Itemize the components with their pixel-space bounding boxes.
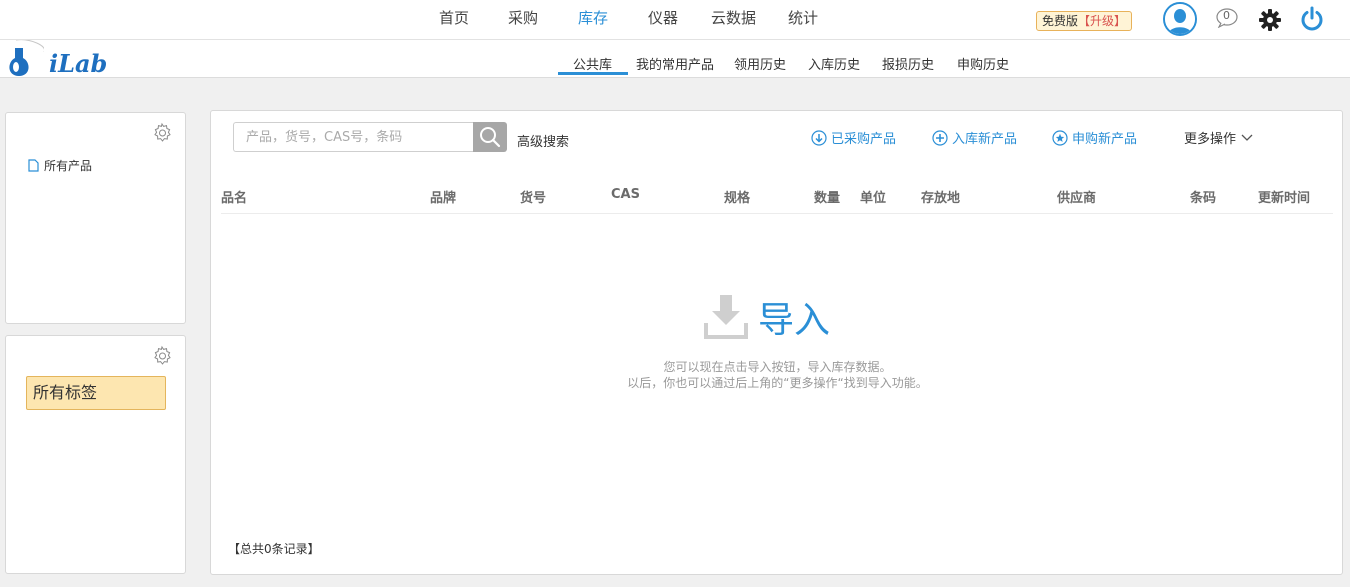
column-header-barcode[interactable]: 条码 [1190, 187, 1216, 206]
search-icon [480, 127, 501, 148]
upgrade-link[interactable]: 【升级】 [1078, 14, 1126, 28]
nav-purchase[interactable]: 采购 [508, 7, 538, 28]
power-logout-icon[interactable] [1299, 6, 1325, 32]
upgrade-badge[interactable]: 免费版【升级】 [1036, 11, 1133, 31]
more-operations-label: 更多操作 [1184, 132, 1237, 147]
message-count: 0 [1223, 9, 1230, 22]
import-hint-line-2: 以后，你也可以通过后上角的“更多操作“找到导入功能。 [627, 376, 928, 390]
tab-request-history[interactable]: 申购历史 [957, 54, 1009, 73]
logo-text: iLab [49, 49, 108, 78]
column-header-unit[interactable]: 单位 [860, 187, 886, 206]
document-icon [28, 159, 39, 172]
table-header-divider [221, 213, 1333, 214]
active-tab-indicator [558, 72, 628, 75]
sub-nav-bar: iLab 公共库 我的常用产品 领用历史 入库历史 报损历史 申购历史 [0, 40, 1350, 78]
tag-settings-gear-icon[interactable] [151, 345, 173, 367]
category-settings-gear-icon[interactable] [151, 122, 173, 144]
column-header-cas[interactable]: CAS [611, 187, 640, 202]
product-category-panel: 所有产品 [5, 112, 186, 324]
column-header-spec[interactable]: 规格 [724, 187, 750, 206]
column-header-supplier[interactable]: 供应商 [1057, 187, 1096, 206]
purchased-products-label: 已采购产品 [831, 132, 897, 147]
stock-in-new-product-label: 入库新产品 [952, 132, 1018, 147]
tag-panel: 所有标签 [5, 335, 186, 574]
tab-public-library[interactable]: 公共库 [573, 54, 612, 73]
column-header-location[interactable]: 存放地 [921, 187, 960, 206]
plan-label: 免费版 [1042, 14, 1079, 28]
tab-usage-history[interactable]: 领用历史 [734, 54, 786, 73]
star-circle-icon [1052, 129, 1068, 146]
import-download-icon[interactable] [704, 293, 748, 339]
message-bubble-icon[interactable]: 0 [1214, 8, 1240, 29]
column-header-updated-time[interactable]: 更新时间 [1258, 187, 1310, 206]
tab-stock-in-history[interactable]: 入库历史 [808, 54, 860, 73]
top-nav-bar: 首页 采购 库存 仪器 云数据 统计 免费版【升级】 0 [0, 0, 1350, 40]
download-circle-icon [811, 129, 827, 146]
user-avatar-icon[interactable] [1163, 2, 1197, 36]
all-products-item[interactable]: 所有产品 [28, 157, 92, 174]
tab-loss-history[interactable]: 报损历史 [882, 54, 934, 73]
column-header-name[interactable]: 品名 [221, 187, 247, 206]
all-tags-item[interactable]: 所有标签 [26, 376, 166, 410]
request-new-product-label: 申购新产品 [1072, 132, 1138, 147]
nav-cloud-data[interactable]: 云数据 [711, 7, 756, 28]
column-header-item-number[interactable]: 货号 [520, 187, 546, 206]
advanced-search-link[interactable]: 高级搜索 [517, 131, 569, 150]
ilab-logo[interactable]: iLab [4, 40, 134, 78]
nav-statistics[interactable]: 统计 [788, 7, 818, 28]
column-header-brand[interactable]: 品牌 [430, 187, 456, 206]
request-new-product-button[interactable]: 申购新产品 [1052, 128, 1137, 147]
record-count: 【总共0条记录】 [228, 542, 320, 556]
import-hint-line-1: 您可以现在点击导入按钮，导入库存数据。 [663, 360, 892, 374]
flask-logo-icon [9, 40, 44, 76]
more-operations-dropdown[interactable]: 更多操作 [1184, 128, 1253, 147]
nav-home[interactable]: 首页 [439, 7, 469, 28]
nav-inventory[interactable]: 库存 [578, 7, 608, 28]
column-header-quantity[interactable]: 数量 [814, 187, 840, 206]
search-button[interactable] [473, 122, 507, 152]
plus-circle-icon [932, 129, 948, 146]
tab-frequent-products[interactable]: 我的常用产品 [636, 54, 714, 73]
stock-in-new-product-button[interactable]: 入库新产品 [932, 128, 1017, 147]
purchased-products-button[interactable]: 已采购产品 [811, 128, 896, 147]
all-products-label: 所有产品 [44, 159, 93, 173]
chevron-down-icon [1241, 134, 1253, 141]
settings-gear-icon[interactable] [1258, 8, 1282, 32]
search-input[interactable] [233, 122, 473, 152]
import-button[interactable]: 导入 [758, 291, 830, 343]
nav-instruments[interactable]: 仪器 [648, 7, 678, 28]
inventory-main-panel: 高级搜索 已采购产品 入库新产品 申购新产品 更多操作 品名 品牌 货号 CAS… [210, 110, 1343, 575]
